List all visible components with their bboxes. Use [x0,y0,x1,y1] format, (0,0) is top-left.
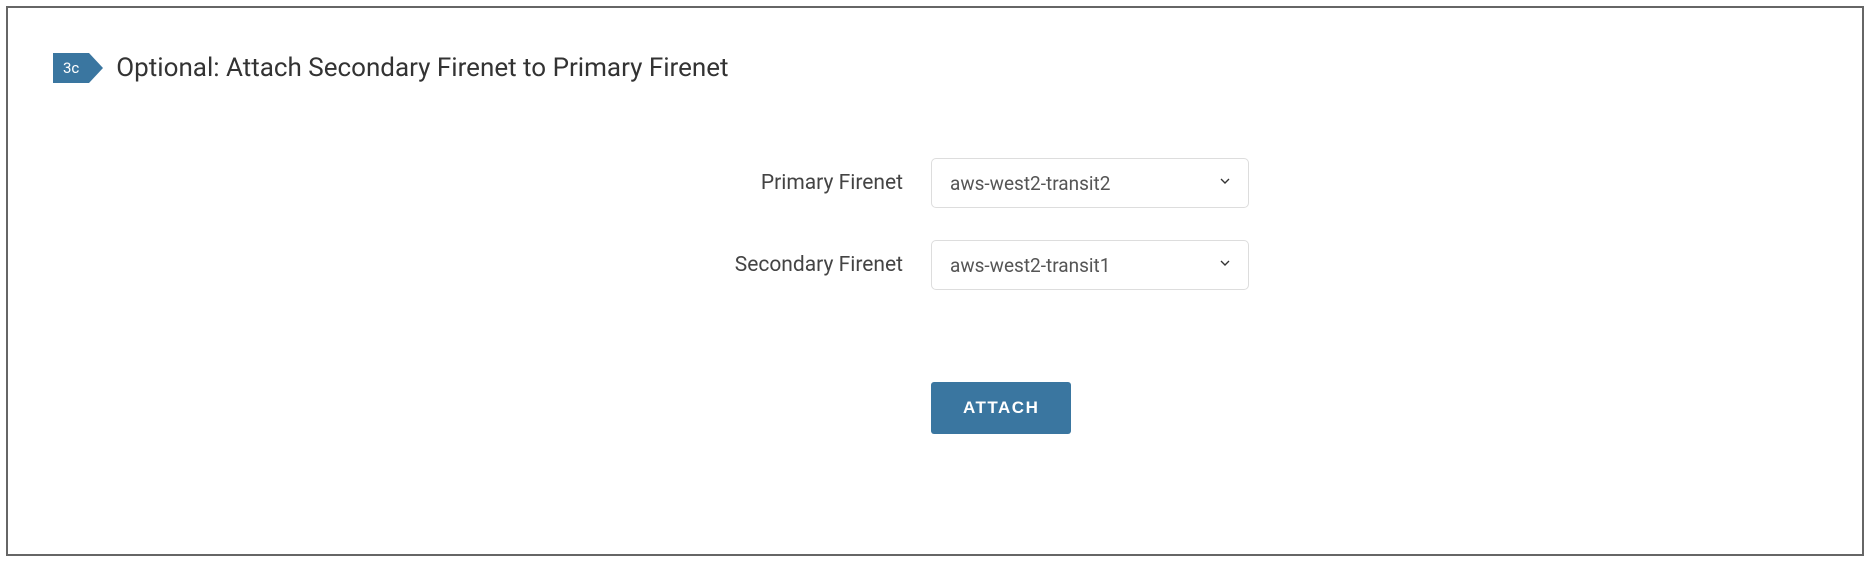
section-header: 3c Optional: Attach Secondary Firenet to… [53,53,1817,83]
section-title: Optional: Attach Secondary Firenet to Pr… [116,53,728,83]
secondary-firenet-label: Secondary Firenet [583,253,903,277]
secondary-firenet-select-wrap: aws-west2-transit1 [931,240,1249,290]
step-number: 3c [63,59,79,77]
primary-firenet-label: Primary Firenet [583,171,903,195]
primary-firenet-select[interactable]: aws-west2-transit2 [931,158,1249,208]
primary-firenet-row: Primary Firenet aws-west2-transit2 [583,158,1249,208]
attach-button[interactable]: ATTACH [931,382,1071,434]
form-area: Primary Firenet aws-west2-transit2 Secon… [583,158,1817,434]
button-row: ATTACH [931,382,1071,434]
step-badge: 3c [53,53,89,83]
primary-firenet-value: aws-west2-transit2 [950,172,1110,195]
secondary-firenet-value: aws-west2-transit1 [950,254,1110,277]
secondary-firenet-select[interactable]: aws-west2-transit1 [931,240,1249,290]
primary-firenet-select-wrap: aws-west2-transit2 [931,158,1249,208]
form-panel: 3c Optional: Attach Secondary Firenet to… [6,6,1864,556]
secondary-firenet-row: Secondary Firenet aws-west2-transit1 [583,240,1249,290]
